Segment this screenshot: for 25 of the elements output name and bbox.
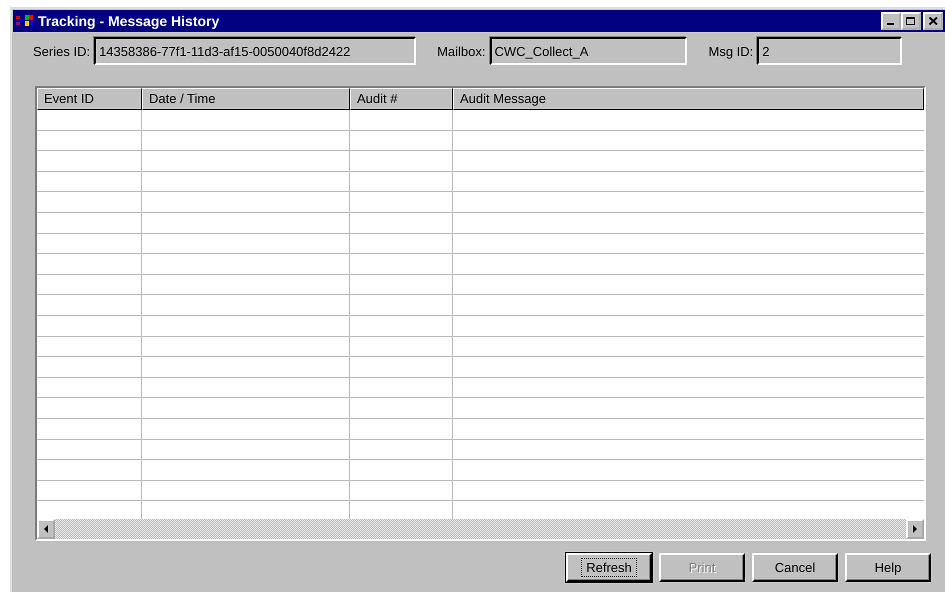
close-button[interactable] bbox=[923, 12, 943, 30]
minimize-button[interactable] bbox=[881, 12, 901, 30]
field-label: Msg ID: bbox=[708, 44, 754, 58]
column-header[interactable]: Audit Message bbox=[453, 88, 924, 110]
dialog-button[interactable]: Cancel bbox=[752, 553, 838, 582]
column-header[interactable]: Event ID bbox=[37, 88, 142, 110]
field-label: Series ID: bbox=[33, 44, 90, 58]
maximize-button[interactable] bbox=[901, 12, 921, 30]
maximize-icon bbox=[906, 16, 916, 26]
msg-id-field[interactable]: 2 bbox=[757, 37, 902, 65]
app-icon bbox=[16, 14, 34, 28]
left-arrow-icon bbox=[44, 525, 48, 533]
horizontal-scrollbar[interactable] bbox=[37, 519, 924, 539]
scroll-right-button[interactable] bbox=[906, 519, 924, 539]
scroll-left-button[interactable] bbox=[37, 519, 55, 539]
column-header[interactable]: Audit # bbox=[350, 88, 453, 110]
dialog-button[interactable]: Refresh bbox=[566, 553, 652, 582]
series-id-field[interactable]: 14358386-77f1-11d3-af15-0050040f8d2422 bbox=[94, 37, 416, 65]
dialog-button[interactable]: Help bbox=[845, 553, 931, 582]
mailbox-field[interactable]: CWC_Collect_A bbox=[490, 37, 686, 65]
close-icon bbox=[928, 17, 938, 25]
column-header[interactable]: Date / Time bbox=[142, 88, 350, 110]
window-title: Tracking - Message History bbox=[38, 13, 220, 29]
right-arrow-icon bbox=[912, 525, 918, 533]
field-label: Mailbox: bbox=[437, 44, 486, 58]
